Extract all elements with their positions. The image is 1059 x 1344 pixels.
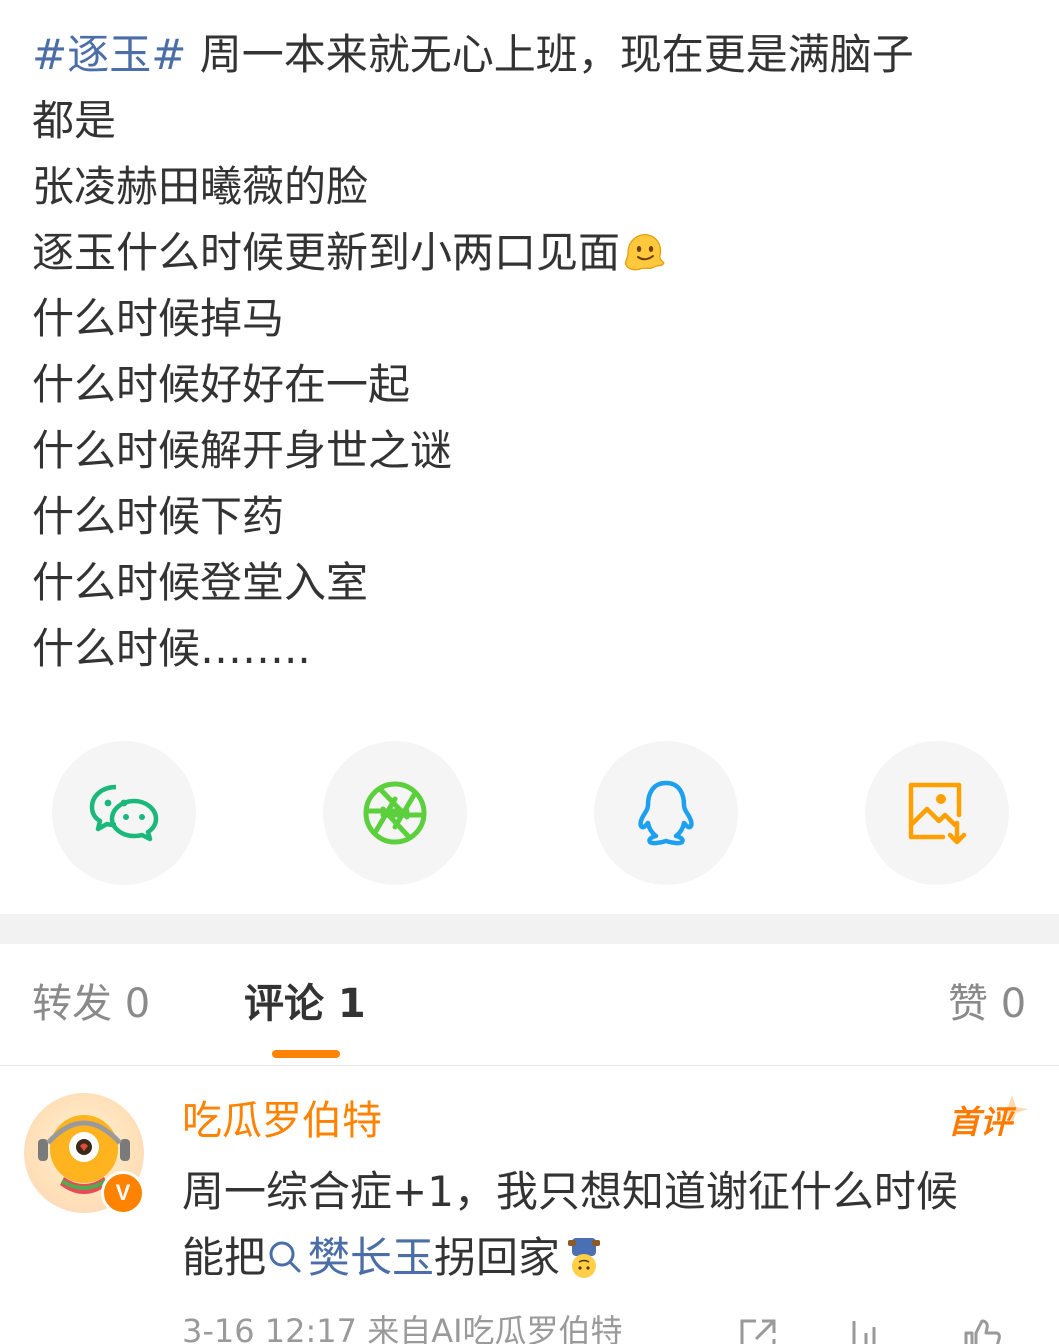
- post-line-2: 都是: [32, 96, 117, 145]
- hashtag-link[interactable]: #逐玉#: [32, 30, 186, 79]
- save-image-icon: [908, 782, 967, 845]
- post-line-4: 逐玉什么时候更新到小两口见面: [32, 220, 1032, 286]
- post-line-8: 什么时候下药: [32, 492, 285, 541]
- melting-face-icon: [624, 234, 665, 271]
- post-body: #逐玉# 周一本来就无心上班，现在更是满脑子 都是 张凌赫田曦薇的脸 逐玉什么时…: [32, 22, 1032, 682]
- moments-aperture-icon: [363, 781, 427, 845]
- topic-link[interactable]: 樊长玉: [266, 1233, 434, 1282]
- comment-username[interactable]: 吃瓜罗伯特: [182, 1095, 382, 1147]
- tab-likes[interactable]: 赞 0: [948, 980, 1026, 1028]
- wechat-icon: [89, 784, 159, 842]
- tab-repost[interactable]: 转发 0: [32, 980, 150, 1028]
- share-wechat-button[interactable]: [52, 741, 196, 885]
- share-qq-button[interactable]: [594, 741, 738, 885]
- share-moments-button[interactable]: [323, 741, 467, 885]
- share-row: [0, 741, 1059, 885]
- post-line-9: 什么时候登堂入室: [32, 558, 369, 607]
- post-line-7: 什么时候解开身世之谜: [32, 426, 453, 475]
- post-line-6: 什么时候好好在一起: [32, 360, 411, 409]
- comment-meta: 3-16 12:17 来自AI吃瓜罗伯特: [182, 1312, 623, 1344]
- upside-down-figure-icon: [568, 1238, 601, 1278]
- post-line-5: 什么时候掉马: [32, 294, 285, 343]
- post-line-10: 什么时候……..: [32, 624, 311, 673]
- active-tab-indicator: [272, 1050, 340, 1058]
- share-comment-icon[interactable]: [736, 1315, 780, 1344]
- first-comment-badge: 首评: [946, 1089, 1030, 1141]
- comment-item: V 吃瓜罗伯特 首评 周一综合症+1，我只想知道谢征什么时候 能把 樊长玉拐回家 …: [0, 1067, 1059, 1344]
- tab-comments[interactable]: 评论 1: [244, 980, 366, 1028]
- reply-comment-icon[interactable]: [846, 1315, 890, 1344]
- verified-badge: V: [101, 1171, 145, 1215]
- section-divider: [0, 914, 1059, 944]
- qq-penguin-icon: [638, 780, 694, 846]
- search-icon: [269, 1241, 301, 1273]
- save-image-button[interactable]: [865, 741, 1009, 885]
- comment-text: 周一综合症+1，我只想知道谢征什么时候 能把 樊长玉拐回家: [182, 1167, 958, 1282]
- like-comment-icon[interactable]: [960, 1315, 1004, 1344]
- interaction-tabs: 转发 0 评论 1 赞 0: [0, 944, 1059, 1066]
- post-line-3: 张凌赫田曦薇的脸: [32, 162, 369, 211]
- post-line-1: #逐玉# 周一本来就无心上班，现在更是满脑子: [32, 30, 914, 79]
